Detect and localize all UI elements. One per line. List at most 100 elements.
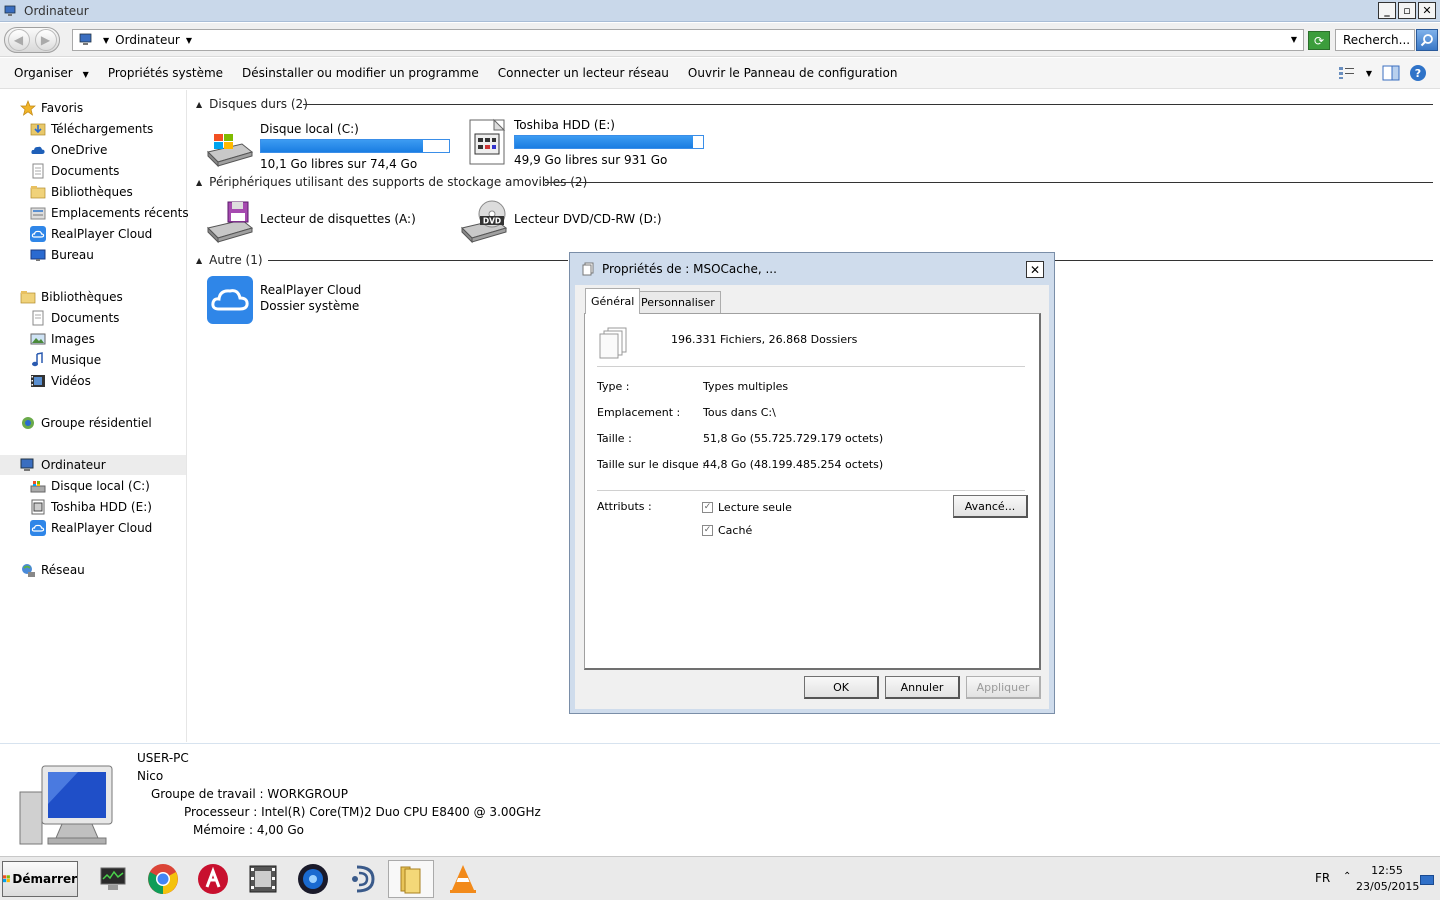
show-desktop-button[interactable] bbox=[1420, 875, 1434, 885]
nav-toshiba-hdd-e[interactable]: Toshiba HDD (E:) bbox=[0, 497, 186, 517]
nav-network[interactable]: Réseau bbox=[0, 560, 186, 580]
realplayer-cloud-icon bbox=[207, 276, 253, 324]
preview-pane-icon[interactable] bbox=[1382, 65, 1400, 81]
tab-customize[interactable]: Personnaliser bbox=[635, 291, 721, 313]
nav-onedrive[interactable]: OneDrive bbox=[0, 140, 186, 160]
close-button[interactable]: ✕ bbox=[1418, 2, 1436, 19]
taskbar-app-media[interactable] bbox=[290, 860, 336, 898]
show-hidden-icons-button[interactable]: ⌃ bbox=[1343, 871, 1351, 882]
nav-lib-music[interactable]: Musique bbox=[0, 350, 186, 370]
windows-logo-icon bbox=[3, 875, 10, 883]
address-history-dropdown[interactable]: ▼ bbox=[1291, 35, 1297, 44]
realplayer-icon bbox=[198, 864, 228, 894]
view-dropdown-icon[interactable]: ▼ bbox=[1366, 69, 1372, 78]
clock[interactable]: 12:55 23/05/2015 bbox=[1356, 863, 1419, 895]
group-header-removable[interactable]: ▲ Périphériques utilisant des supports d… bbox=[196, 175, 587, 189]
dialog-titlebar: Propriétés de : MSOCache, ... ✕ bbox=[570, 253, 1054, 285]
nav-libraries[interactable]: Bibliothèques bbox=[0, 287, 186, 307]
sound-app-icon bbox=[352, 865, 375, 893]
search-button[interactable] bbox=[1416, 29, 1438, 51]
uninstall-program-button[interactable]: Désinstaller ou modifier un programme bbox=[242, 66, 479, 80]
apply-button[interactable]: Appliquer bbox=[966, 676, 1041, 699]
open-control-panel-button[interactable]: Ouvrir le Panneau de configuration bbox=[688, 66, 898, 80]
type-value: Types multiples bbox=[703, 380, 789, 393]
details-pc-name: USER-PC bbox=[137, 751, 189, 765]
nav-documents[interactable]: Documents bbox=[0, 161, 186, 181]
nav-local-disk-c-label: Disque local (C:) bbox=[51, 479, 150, 493]
nav-homegroup[interactable]: Groupe résidentiel bbox=[0, 413, 186, 433]
chevron-down-icon[interactable]: ▼ bbox=[186, 36, 192, 45]
group-divider bbox=[1054, 260, 1433, 261]
navigation-pane: Favoris Téléchargements OneDrive Documen… bbox=[0, 90, 189, 742]
organize-button[interactable]: Organiser ▼ bbox=[14, 66, 89, 80]
realplayer-cloud-item[interactable]: RealPlayer Cloud Dossier système bbox=[206, 276, 361, 324]
realplayer-cloud-name: RealPlayer Cloud bbox=[260, 283, 362, 297]
breadcrumb-arrow-icon[interactable]: ▼ bbox=[103, 36, 109, 45]
nav-libraries-fav[interactable]: Bibliothèques bbox=[0, 182, 186, 202]
forward-button[interactable]: ▶ bbox=[34, 29, 57, 51]
taskbar-app-explorer[interactable] bbox=[388, 860, 434, 898]
summary-text: 196.331 Fichiers, 26.868 Dossiers bbox=[671, 333, 858, 346]
nav-lib-images-label: Images bbox=[51, 332, 95, 346]
taskbar-app-monitor[interactable] bbox=[90, 860, 136, 898]
computer-icon bbox=[19, 765, 113, 845]
map-network-drive-button[interactable]: Connecter un lecteur réseau bbox=[498, 66, 669, 80]
nav-local-disk-c[interactable]: Disque local (C:) bbox=[0, 476, 186, 496]
realplayer-cloud-icon bbox=[30, 520, 46, 536]
back-button[interactable]: ◀ bbox=[7, 29, 30, 51]
search-input[interactable]: Recherch... bbox=[1335, 29, 1415, 51]
nav-desktop[interactable]: Bureau bbox=[0, 245, 186, 265]
nav-recent-places[interactable]: Emplacements récents bbox=[0, 203, 189, 223]
group-header-hard-disks[interactable]: ▲ Disques durs (2) bbox=[196, 97, 308, 111]
nav-realplayer-cloud-fav[interactable]: RealPlayer Cloud bbox=[0, 224, 186, 244]
hidden-checkbox[interactable]: ✓ bbox=[702, 525, 713, 536]
nav-lib-images[interactable]: Images bbox=[0, 329, 186, 349]
drive-d[interactable]: DVD Lecteur DVD/CD-RW (D:) bbox=[460, 198, 662, 246]
nav-realplayer-cloud[interactable]: RealPlayer Cloud bbox=[0, 518, 186, 538]
group-header-other[interactable]: ▲ Autre (1) bbox=[196, 253, 263, 267]
window-titlebar: Ordinateur _ ▫ ✕ bbox=[0, 0, 1440, 22]
advanced-button[interactable]: Avancé... bbox=[953, 495, 1028, 518]
properties-dialog: Propriétés de : MSOCache, ... ✕ Général … bbox=[569, 252, 1055, 714]
ok-button[interactable]: OK bbox=[804, 676, 879, 699]
breadcrumb[interactable]: Ordinateur bbox=[115, 33, 180, 47]
change-view-icon[interactable] bbox=[1338, 66, 1356, 80]
nav-lib-documents-label: Documents bbox=[51, 311, 120, 325]
nav-lib-videos[interactable]: Vidéos bbox=[0, 371, 186, 391]
help-icon[interactable]: ? bbox=[1410, 65, 1426, 81]
nav-toshiba-hdd-e-label: Toshiba HDD (E:) bbox=[51, 500, 152, 514]
group-divider bbox=[268, 260, 568, 261]
taskbar-app-chrome[interactable] bbox=[140, 860, 186, 898]
system-properties-button[interactable]: Propriétés système bbox=[108, 66, 223, 80]
minimize-button[interactable]: _ bbox=[1378, 2, 1396, 19]
taskbar-app-realplayer[interactable] bbox=[190, 860, 236, 898]
nav-lib-documents[interactable]: Documents bbox=[0, 308, 186, 328]
cancel-button[interactable]: Annuler bbox=[885, 676, 960, 699]
refresh-button[interactable]: ⟳ bbox=[1308, 31, 1330, 50]
nav-computer[interactable]: Ordinateur bbox=[0, 455, 186, 475]
drive-e-free: 49,9 Go libres sur 931 Go bbox=[514, 153, 668, 167]
collapse-triangle-icon: ▲ bbox=[196, 99, 203, 109]
taskbar-app-vlc[interactable] bbox=[440, 860, 486, 898]
dvd-label: DVD bbox=[483, 217, 501, 226]
computer-icon bbox=[20, 458, 34, 471]
drive-a[interactable]: Lecteur de disquettes (A:) bbox=[206, 198, 416, 246]
tab-general[interactable]: Général bbox=[585, 288, 641, 314]
language-indicator[interactable]: FR bbox=[1315, 871, 1330, 885]
maximize-button[interactable]: ▫ bbox=[1398, 2, 1416, 19]
nav-lib-videos-label: Vidéos bbox=[51, 374, 91, 388]
taskbar-app-sound[interactable] bbox=[340, 860, 386, 898]
drive-c[interactable]: Disque local (C:) 10,1 Go libres sur 74,… bbox=[206, 122, 450, 171]
recent-places-icon bbox=[30, 207, 46, 220]
dialog-body: Général Personnaliser 196.331 Fichiers, … bbox=[575, 285, 1049, 709]
group-divider bbox=[545, 182, 1433, 183]
nav-homegroup-label: Groupe résidentiel bbox=[41, 416, 152, 430]
readonly-checkbox[interactable]: ✓ bbox=[702, 502, 713, 513]
nav-downloads[interactable]: Téléchargements bbox=[0, 119, 186, 139]
nav-favorites[interactable]: Favoris bbox=[0, 98, 186, 118]
taskbar-app-film[interactable] bbox=[240, 860, 286, 898]
dialog-close-button[interactable]: ✕ bbox=[1026, 261, 1044, 278]
drive-e[interactable]: Toshiba HDD (E:) 49,9 Go libres sur 931 … bbox=[464, 118, 704, 167]
start-button[interactable]: Démarrer bbox=[2, 861, 78, 897]
address-field[interactable]: ▼ Ordinateur ▼ ▼ bbox=[72, 29, 1304, 51]
